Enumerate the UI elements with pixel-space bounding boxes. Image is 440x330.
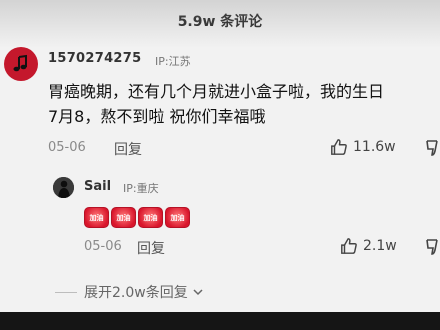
thumb-down-icon[interactable]: [425, 139, 440, 157]
expand-replies-label: 展开2.0w条回复: [84, 285, 188, 301]
thumb-up-icon: [341, 238, 357, 254]
like-button[interactable]: 11.6w: [330, 138, 396, 156]
reply-like-button[interactable]: 2.1w: [340, 237, 397, 255]
comment-text-line: 胃癌晚期，还有几个月就进小盒子啦，我的生日: [48, 82, 385, 101]
reply-button[interactable]: 回复: [114, 139, 142, 159]
cheer-sticker: 加油: [165, 207, 190, 228]
reply-like-count: 2.1w: [363, 238, 397, 254]
cheer-sticker: 加油: [138, 207, 163, 228]
comment-date: 05-06: [48, 140, 86, 155]
thumb-up-icon: [331, 139, 347, 155]
music-note-icon: [13, 54, 27, 72]
bottom-edge: [0, 312, 440, 330]
sticker-row: 加油 加油 加油 加油: [84, 207, 190, 228]
reply-date: 05-06: [84, 239, 122, 254]
like-count: 11.6w: [353, 139, 396, 155]
comment-text-line: 7月8，熬不到啦 祝你们幸福哦: [48, 107, 266, 126]
comment-count-title: 5.9w 条评论: [177, 14, 263, 30]
reply-username[interactable]: Sail: [84, 179, 111, 194]
chevron-down-icon: [193, 289, 203, 296]
cheer-sticker: 加油: [111, 207, 136, 228]
expand-divider: [55, 292, 77, 293]
cheer-sticker: 加油: [84, 207, 109, 228]
comments-screen: 5.9w 条评论 1570274275 IP:江苏 胃癌晚期，还有几个月就进小盒…: [0, 0, 440, 312]
expand-replies-button[interactable]: 展开2.0w条回复: [84, 282, 204, 302]
thumb-down-icon[interactable]: [425, 238, 440, 256]
comment-ip-location: IP:江苏: [155, 55, 191, 68]
person-silhouette-icon: [53, 177, 74, 198]
reply-ip-location: IP:重庆: [123, 182, 159, 195]
comment-text: 胃癌晚期，还有几个月就进小盒子啦，我的生日 7月8，熬不到啦 祝你们幸福哦: [48, 79, 440, 129]
reply-avatar[interactable]: [53, 177, 74, 198]
avatar[interactable]: [4, 47, 38, 81]
comment-username[interactable]: 1570274275: [48, 51, 141, 66]
reply-reply-button[interactable]: 回复: [137, 238, 165, 258]
